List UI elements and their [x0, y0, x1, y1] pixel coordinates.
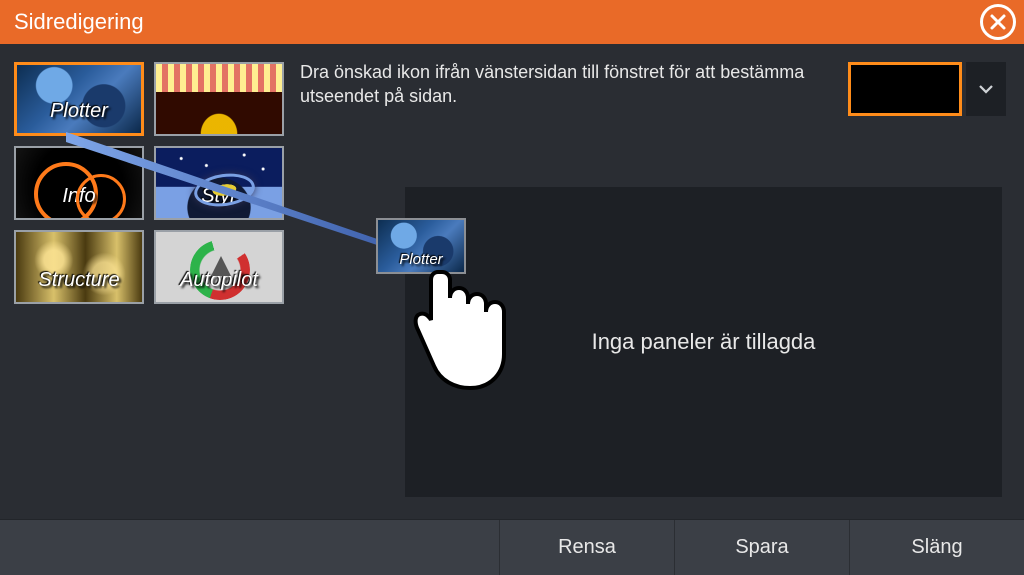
titlebar: Sidredigering	[0, 0, 1024, 44]
tile-label: Info	[16, 185, 142, 208]
tile-palette: Plotter Ekolod Info Styr Structure Autop…	[0, 44, 300, 519]
close-icon	[989, 13, 1007, 31]
tile-label: Ekolod	[156, 101, 282, 124]
drag-ghost-tile: Plotter	[376, 218, 466, 274]
page-editor-window: Sidredigering Plotter Ekolod Info Styr S…	[0, 0, 1024, 575]
close-button[interactable]	[980, 4, 1016, 40]
palette-tile-info[interactable]: Info	[14, 146, 144, 220]
save-button[interactable]: Spara	[674, 520, 849, 575]
tile-label: Plotter	[378, 251, 464, 268]
instruction-text: Dra önskad ikon ifrån vänstersidan till …	[300, 60, 820, 109]
footer: Rensa Spara Släng	[0, 519, 1024, 575]
layout-preview[interactable]	[848, 62, 962, 116]
palette-tile-plotter[interactable]: Plotter	[14, 62, 144, 136]
button-label: Släng	[911, 536, 962, 559]
palette-tile-styr[interactable]: Styr	[154, 146, 284, 220]
button-label: Spara	[735, 536, 788, 559]
discard-button[interactable]: Släng	[849, 520, 1024, 575]
clear-button[interactable]: Rensa	[499, 520, 674, 575]
panel-dropzone[interactable]: Inga paneler är tillagda	[405, 187, 1002, 497]
palette-tile-ekolod[interactable]: Ekolod	[154, 62, 284, 136]
tile-label: Styr	[156, 185, 282, 208]
button-label: Rensa	[558, 536, 616, 559]
window-title: Sidredigering	[14, 9, 144, 35]
palette-tile-autopilot[interactable]: Autopilot	[154, 230, 284, 304]
body: Plotter Ekolod Info Styr Structure Autop…	[0, 44, 1024, 519]
chevron-down-icon	[977, 80, 995, 98]
tile-label: Structure	[16, 269, 142, 292]
dropzone-empty-message: Inga paneler är tillagda	[592, 329, 816, 355]
tile-label: Autopilot	[156, 269, 282, 292]
palette-tile-structure[interactable]: Structure	[14, 230, 144, 304]
layout-preview-dropdown[interactable]	[966, 62, 1006, 116]
tile-label: Plotter	[17, 100, 141, 123]
